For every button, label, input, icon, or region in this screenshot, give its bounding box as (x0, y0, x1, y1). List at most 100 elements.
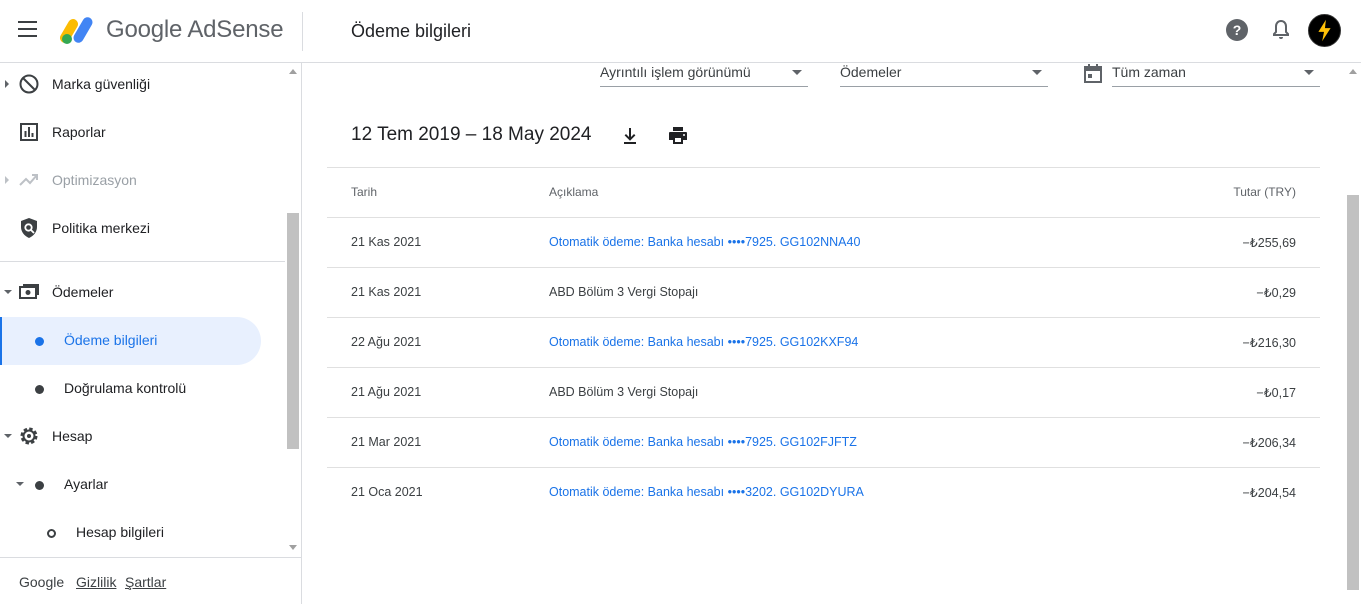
table-header-row: Tarih Açıklama Tutar (TRY) (327, 167, 1320, 217)
page-scrollbar-thumb[interactable] (1347, 195, 1359, 590)
row-description-link[interactable]: Otomatik ödeme: Banka hesabı ••••3202. G… (549, 485, 864, 499)
sidebar-scrollbar-thumb[interactable] (287, 213, 299, 449)
page-scroll-up[interactable] (1349, 69, 1357, 74)
row-description-link[interactable]: Otomatik ödeme: Banka hesabı ••••7925. G… (549, 335, 858, 349)
expand-caret-icon (5, 80, 9, 88)
download-icon[interactable] (618, 124, 642, 148)
row-date: 21 Ağu 2021 (351, 385, 422, 399)
row-amount: −₺0,17 (1256, 386, 1296, 400)
row-date: 21 Kas 2021 (351, 285, 422, 299)
help-icon[interactable]: ? (1225, 18, 1249, 42)
google-label: Google (19, 574, 65, 590)
sidebar-item-account-info[interactable]: Hesap bilgileri (0, 509, 285, 557)
sidebar-item-payments[interactable]: Ödemeler (0, 269, 285, 317)
sidebar-item-brand-safety[interactable]: Marka güvenliği (0, 63, 285, 109)
sidebar: Marka güvenliği Raporlar Optimizasyon Po… (0, 63, 302, 557)
table-row: 21 Oca 2021 Otomatik ödeme: Banka hesabı… (327, 467, 1320, 517)
sidebar-item-optimization[interactable]: Optimizasyon (0, 157, 285, 205)
transactions-table: Tarih Açıklama Tutar (TRY) 21 Kas 2021 O… (327, 167, 1320, 517)
period-select-value: Tüm zaman (1112, 64, 1186, 80)
sidebar-item-label: Hesap bilgileri (76, 524, 164, 540)
row-amount: −₺0,29 (1256, 286, 1296, 300)
sidebar-item-account[interactable]: Hesap (0, 413, 285, 461)
sidebar-item-policy-center[interactable]: Politika merkezi (0, 205, 285, 253)
block-icon (19, 74, 39, 94)
table-row: 21 Kas 2021 ABD Bölüm 3 Vergi Stopajı −₺… (327, 267, 1320, 317)
main-content: Ayrıntılı işlem görünümü Ödemeler Tüm za… (303, 63, 1343, 604)
dropdown-arrow-icon (792, 70, 802, 75)
view-select-value: Ayrıntılı işlem görünümü (600, 64, 751, 80)
row-date: 21 Kas 2021 (351, 235, 422, 249)
sidebar-scroll-up[interactable] (289, 69, 297, 74)
row-description: ABD Bölüm 3 Vergi Stopajı (549, 285, 699, 299)
sidebar-item-label: Marka güvenliği (52, 76, 151, 92)
menu-icon-line (18, 28, 37, 30)
collapse-caret-icon (4, 434, 12, 438)
sidebar-item-verification[interactable]: Doğrulama kontrolü (0, 365, 285, 413)
row-date: 22 Ağu 2021 (351, 335, 422, 349)
top-app-bar: Google AdSense Ödeme bilgileri ? (0, 0, 1361, 63)
sidebar-footer: Google Gizlilik Şartlar (0, 557, 302, 604)
sidebar-item-label: Ödemeler (52, 284, 114, 300)
bar-chart-icon (20, 123, 38, 141)
menu-icon-line (18, 35, 37, 37)
row-amount: −₺206,34 (1242, 436, 1297, 450)
notifications-bell-icon[interactable] (1269, 18, 1293, 42)
sidebar-item-label: Doğrulama kontrolü (64, 380, 187, 396)
sidebar-item-label: Optimizasyon (52, 172, 137, 188)
table-row: 22 Ağu 2021 Otomatik ödeme: Banka hesabı… (327, 317, 1320, 367)
row-date: 21 Oca 2021 (351, 485, 423, 499)
adsense-logo-icon (60, 17, 93, 44)
column-header-description: Açıklama (549, 185, 599, 199)
calendar-icon (1084, 64, 1102, 83)
payments-icon (19, 284, 39, 299)
table-row: 21 Ağu 2021 ABD Bölüm 3 Vergi Stopajı −₺… (327, 367, 1320, 417)
column-header-date: Tarih (351, 185, 378, 199)
row-amount: −₺216,30 (1242, 336, 1297, 350)
menu-icon-line (18, 21, 37, 23)
type-select-value: Ödemeler (840, 64, 902, 80)
sidebar-item-label: Politika merkezi (52, 220, 151, 236)
sidebar-item-label: Ayarlar (64, 476, 109, 492)
account-avatar[interactable] (1308, 14, 1341, 47)
row-amount: −₺255,69 (1242, 236, 1297, 250)
bullet-icon (35, 385, 44, 394)
row-description-link[interactable]: Otomatik ödeme: Banka hesabı ••••7925. G… (549, 435, 857, 449)
sidebar-divider (0, 261, 285, 262)
column-header-amount: Tutar (TRY) (1233, 185, 1296, 199)
collapse-caret-icon (16, 482, 24, 486)
sidebar-item-payment-info[interactable]: Ödeme bilgileri (0, 317, 285, 365)
expand-caret-icon (5, 176, 9, 184)
print-icon[interactable] (666, 124, 690, 148)
row-description: ABD Bölüm 3 Vergi Stopajı (549, 385, 699, 399)
page-scrollbar[interactable] (1345, 63, 1361, 604)
sidebar-item-label: Ödeme bilgileri (64, 332, 158, 348)
privacy-link[interactable]: Gizlilik (76, 574, 116, 590)
transaction-type-select[interactable]: Ödemeler (840, 63, 1048, 87)
sidebar-item-settings[interactable]: Ayarlar (0, 461, 285, 509)
hollow-bullet-icon (47, 529, 56, 538)
bullet-icon (35, 337, 44, 346)
dropdown-arrow-icon (1032, 70, 1042, 75)
period-select[interactable]: Tüm zaman (1112, 63, 1320, 87)
sidebar-item-label: Raporlar (52, 124, 106, 140)
dropdown-arrow-icon (1304, 70, 1314, 75)
sidebar-item-reports[interactable]: Raporlar (0, 109, 285, 157)
row-description-link[interactable]: Otomatik ödeme: Banka hesabı ••••7925. G… (549, 235, 860, 249)
header-divider (302, 12, 303, 51)
view-select[interactable]: Ayrıntılı işlem görünümü (600, 63, 808, 87)
table-row: 21 Mar 2021 Otomatik ödeme: Banka hesabı… (327, 417, 1320, 467)
bullet-icon (35, 481, 44, 490)
sidebar-item-label: Hesap (52, 428, 93, 444)
sidebar-scroll-down[interactable] (289, 545, 297, 550)
row-amount: −₺204,54 (1242, 486, 1297, 500)
page-title: Ödeme bilgileri (351, 21, 472, 41)
svg-text:?: ? (1233, 22, 1242, 38)
collapse-caret-icon (4, 290, 12, 294)
trending-up-icon (19, 174, 38, 186)
brand-name: Google AdSense (106, 16, 284, 43)
terms-link[interactable]: Şartlar (125, 574, 166, 590)
table-row: 21 Kas 2021 Otomatik ödeme: Banka hesabı… (327, 217, 1320, 267)
main-menu-button[interactable] (18, 21, 40, 41)
row-date: 21 Mar 2021 (351, 435, 422, 449)
